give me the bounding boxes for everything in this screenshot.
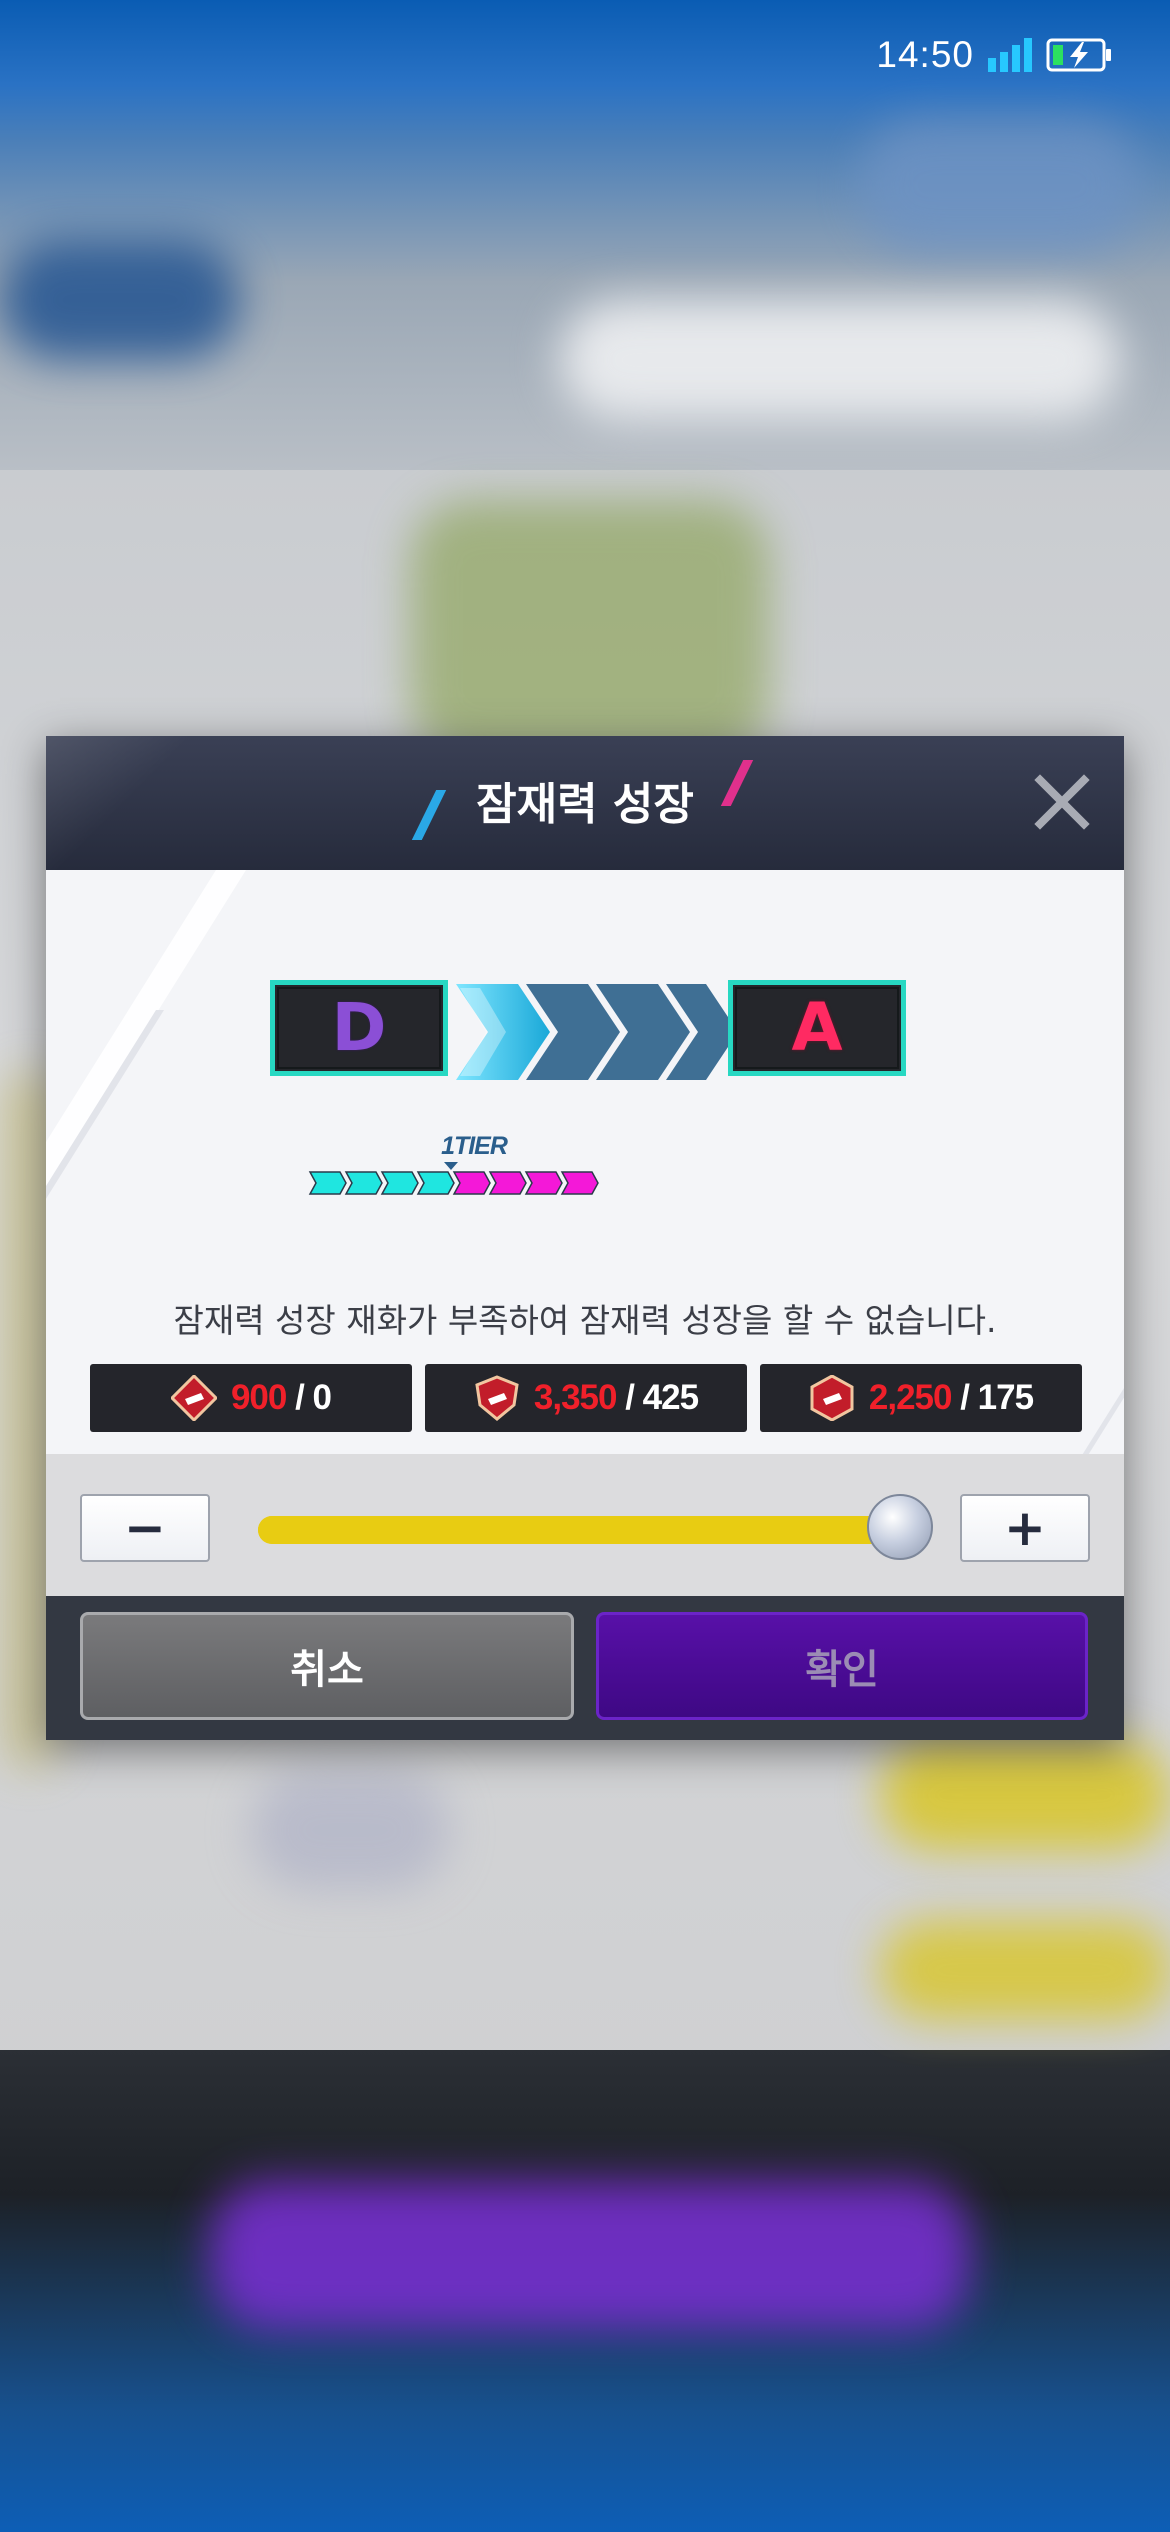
tier-segment xyxy=(380,1171,419,1195)
tier-segment xyxy=(524,1171,563,1195)
arrow-chevrons-icon xyxy=(456,984,736,1080)
potential-growth-dialog: 잠재력 성장 D A 1TIER 잠재력 성장 재화가 부족하여 잠재력 성장을… xyxy=(46,736,1124,1740)
confirm-button[interactable]: 확인 xyxy=(596,1612,1088,1720)
tier-segment xyxy=(416,1171,455,1195)
quantity-slider-area: − + xyxy=(46,1454,1124,1596)
resource-cost-3: 2,250 / 175 xyxy=(760,1364,1082,1432)
resource-required-amount: 2,250 xyxy=(868,1378,953,1417)
cancel-button[interactable]: 취소 xyxy=(80,1612,574,1720)
battery-charging-icon xyxy=(1046,38,1111,72)
tier-segment xyxy=(452,1171,491,1195)
tier-label: 1TIER xyxy=(441,1132,508,1160)
resource-owned-amount: / 0 xyxy=(295,1378,332,1417)
tier-progress-bar xyxy=(308,1162,599,1195)
resource-cost-1: 900 / 0 xyxy=(90,1364,412,1432)
slider-handle[interactable] xyxy=(867,1494,933,1560)
signal-icon xyxy=(988,38,1032,72)
target-grade-letter: A xyxy=(791,989,843,1066)
resource-owned-amount: / 425 xyxy=(625,1378,699,1417)
resource-owned-amount: / 175 xyxy=(960,1378,1034,1417)
tier-segment xyxy=(344,1171,383,1195)
tier-marker-icon xyxy=(444,1162,458,1170)
decrease-button[interactable]: − xyxy=(80,1494,210,1562)
current-grade-letter: D xyxy=(331,989,387,1066)
dialog-title: 잠재력 성장 xyxy=(476,779,694,830)
plus-icon: + xyxy=(1004,1499,1046,1557)
dialog-header: 잠재력 성장 xyxy=(46,736,1124,870)
increase-button[interactable]: + xyxy=(960,1494,1090,1562)
minus-icon: − xyxy=(124,1499,166,1557)
resource-cost-2: 3,350 / 425 xyxy=(425,1364,747,1432)
tier-segment xyxy=(488,1171,527,1195)
tier-segment xyxy=(308,1171,347,1195)
dialog-footer: 취소 확인 xyxy=(46,1596,1124,1740)
diamond-chip-icon xyxy=(170,1375,217,1421)
slider-fill xyxy=(258,1516,898,1544)
insufficient-resources-message: 잠재력 성장 재화가 부족하여 잠재력 성장을 할 수 없습니다. xyxy=(173,1301,997,1340)
quantity-slider[interactable] xyxy=(258,1516,898,1544)
target-grade: A xyxy=(728,980,906,1076)
current-grade: D xyxy=(270,980,448,1076)
close-icon[interactable] xyxy=(1026,766,1098,838)
resource-required-amount: 900 xyxy=(230,1378,287,1417)
hexagon-chip-icon xyxy=(810,1375,854,1421)
status-time: 14:50 xyxy=(876,34,974,75)
tier-segment xyxy=(560,1171,599,1195)
resource-required-amount: 3,350 xyxy=(533,1378,618,1417)
dialog-body: D A 1TIER 잠재력 성장 재화가 부족하여 잠재력 성장을 할 수 없습… xyxy=(46,870,1124,1454)
shield-chip-icon xyxy=(475,1375,519,1421)
